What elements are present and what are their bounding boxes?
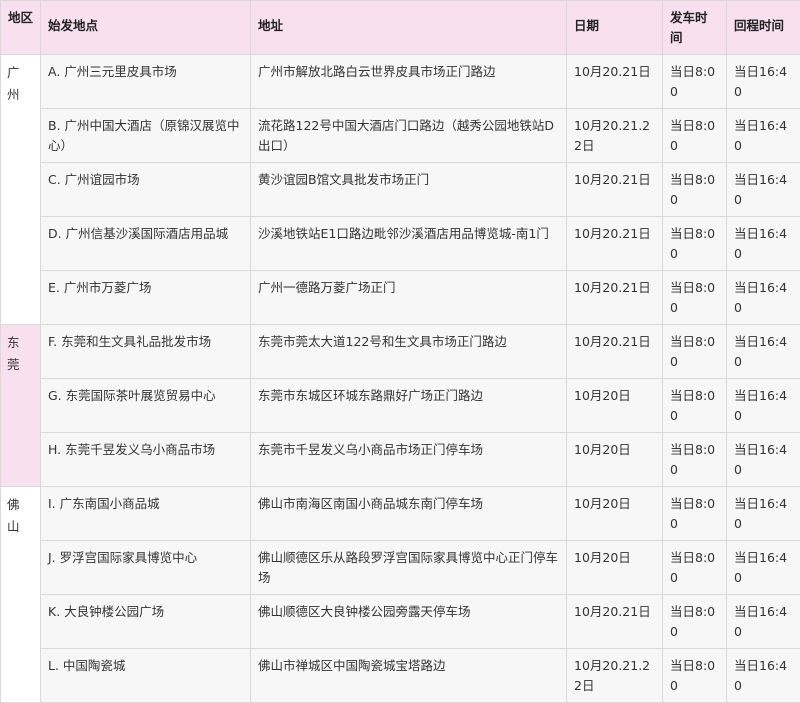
return-time-cell: 当日16:40 — [727, 379, 800, 433]
table-row: J. 罗浮宫国际家具博览中心 佛山顺德区乐从路段罗浮宫国际家具博览中心正门停车场… — [1, 541, 800, 595]
date-cell: 10月20日 — [567, 379, 663, 433]
schedule-table: 地区 始发地点 地址 日期 发车时间 回程时间 广州 A. 广州三元里皮具市场 … — [0, 0, 800, 703]
date-cell: 10月20日 — [567, 487, 663, 541]
address-cell: 流花路122号中国大酒店门口路边（越秀公园地铁站D出口） — [251, 109, 567, 163]
start-location-cell: F. 东莞和生文具礼品批发市场 — [41, 325, 251, 379]
start-location-cell: B. 广州中国大酒店（原锦汉展览中心） — [41, 109, 251, 163]
return-time-cell: 当日16:40 — [727, 325, 800, 379]
table-row: L. 中国陶瓷城 佛山市禅城区中国陶瓷城宝塔路边 10月20.21.22日 当日… — [1, 649, 800, 703]
depart-time-cell: 当日8:00 — [663, 55, 727, 109]
table-row: K. 大良钟楼公园广场 佛山顺德区大良钟楼公园旁露天停车场 10月20.21日 … — [1, 595, 800, 649]
return-time-cell: 当日16:40 — [727, 55, 800, 109]
depart-time-cell: 当日8:00 — [663, 649, 727, 703]
start-location-cell: L. 中国陶瓷城 — [41, 649, 251, 703]
depart-time-cell: 当日8:00 — [663, 217, 727, 271]
header-date: 日期 — [567, 1, 663, 55]
table-row: G. 东莞国际茶叶展览贸易中心 东莞市东城区环城东路鼎好广场正门路边 10月20… — [1, 379, 800, 433]
start-location-cell: G. 东莞国际茶叶展览贸易中心 — [41, 379, 251, 433]
address-cell: 沙溪地铁站E1口路边毗邻沙溪酒店用品博览城-南1门 — [251, 217, 567, 271]
region-label: 佛山 — [7, 494, 21, 538]
depart-time-cell: 当日8:00 — [663, 487, 727, 541]
region-cell-guangzhou: 广州 — [1, 55, 41, 325]
date-cell: 10月20日 — [567, 433, 663, 487]
return-time-cell: 当日16:40 — [727, 487, 800, 541]
table-row: H. 东莞千昱发义乌小商品市场 东莞市千昱发义乌小商品市场正门停车场 10月20… — [1, 433, 800, 487]
depart-time-cell: 当日8:00 — [663, 595, 727, 649]
date-cell: 10月20日 — [567, 541, 663, 595]
address-cell: 佛山顺德区乐从路段罗浮宫国际家具博览中心正门停车场 — [251, 541, 567, 595]
address-cell: 广州市解放北路白云世界皮具市场正门路边 — [251, 55, 567, 109]
address-cell: 东莞市东城区环城东路鼎好广场正门路边 — [251, 379, 567, 433]
return-time-cell: 当日16:40 — [727, 271, 800, 325]
header-region: 地区 — [1, 1, 41, 55]
start-location-cell: H. 东莞千昱发义乌小商品市场 — [41, 433, 251, 487]
return-time-cell: 当日16:40 — [727, 595, 800, 649]
date-cell: 10月20.21.22日 — [567, 649, 663, 703]
return-time-cell: 当日16:40 — [727, 649, 800, 703]
table-row: 东莞 F. 东莞和生文具礼品批发市场 东莞市莞太大道122号和生文具市场正门路边… — [1, 325, 800, 379]
depart-time-cell: 当日8:00 — [663, 271, 727, 325]
date-cell: 10月20.21日 — [567, 271, 663, 325]
return-time-cell: 当日16:40 — [727, 433, 800, 487]
return-time-cell: 当日16:40 — [727, 163, 800, 217]
date-cell: 10月20.21.22日 — [567, 109, 663, 163]
depart-time-cell: 当日8:00 — [663, 325, 727, 379]
return-time-cell: 当日16:40 — [727, 541, 800, 595]
date-cell: 10月20.21日 — [567, 163, 663, 217]
region-cell-dongguan: 东莞 — [1, 325, 41, 487]
header-return-time: 回程时间 — [727, 1, 800, 55]
date-cell: 10月20.21日 — [567, 325, 663, 379]
depart-time-cell: 当日8:00 — [663, 541, 727, 595]
table-row: C. 广州谊园市场 黄沙谊园B馆文具批发市场正门 10月20.21日 当日8:0… — [1, 163, 800, 217]
date-cell: 10月20.21日 — [567, 595, 663, 649]
region-label: 东莞 — [7, 332, 21, 376]
depart-time-cell: 当日8:00 — [663, 433, 727, 487]
address-cell: 佛山顺德区大良钟楼公园旁露天停车场 — [251, 595, 567, 649]
table-row: E. 广州市万菱广场 广州一德路万菱广场正门 10月20.21日 当日8:00 … — [1, 271, 800, 325]
date-cell: 10月20.21日 — [567, 55, 663, 109]
table-header-row: 地区 始发地点 地址 日期 发车时间 回程时间 — [1, 1, 800, 55]
return-time-cell: 当日16:40 — [727, 109, 800, 163]
depart-time-cell: 当日8:00 — [663, 379, 727, 433]
header-depart-time: 发车时间 — [663, 1, 727, 55]
start-location-cell: D. 广州信基沙溪国际酒店用品城 — [41, 217, 251, 271]
table-row: D. 广州信基沙溪国际酒店用品城 沙溪地铁站E1口路边毗邻沙溪酒店用品博览城-南… — [1, 217, 800, 271]
address-cell: 广州一德路万菱广场正门 — [251, 271, 567, 325]
address-cell: 佛山市南海区南国小商品城东南门停车场 — [251, 487, 567, 541]
start-location-cell: A. 广州三元里皮具市场 — [41, 55, 251, 109]
address-cell: 黄沙谊园B馆文具批发市场正门 — [251, 163, 567, 217]
start-location-cell: J. 罗浮宫国际家具博览中心 — [41, 541, 251, 595]
depart-time-cell: 当日8:00 — [663, 163, 727, 217]
region-cell-foshan: 佛山 — [1, 487, 41, 703]
table-row: B. 广州中国大酒店（原锦汉展览中心） 流花路122号中国大酒店门口路边（越秀公… — [1, 109, 800, 163]
date-cell: 10月20.21日 — [567, 217, 663, 271]
address-cell: 东莞市千昱发义乌小商品市场正门停车场 — [251, 433, 567, 487]
return-time-cell: 当日16:40 — [727, 217, 800, 271]
table-row: 佛山 I. 广东南国小商品城 佛山市南海区南国小商品城东南门停车场 10月20日… — [1, 487, 800, 541]
address-cell: 佛山市禅城区中国陶瓷城宝塔路边 — [251, 649, 567, 703]
start-location-cell: K. 大良钟楼公园广场 — [41, 595, 251, 649]
table-row: 广州 A. 广州三元里皮具市场 广州市解放北路白云世界皮具市场正门路边 10月2… — [1, 55, 800, 109]
start-location-cell: I. 广东南国小商品城 — [41, 487, 251, 541]
header-address: 地址 — [251, 1, 567, 55]
depart-time-cell: 当日8:00 — [663, 109, 727, 163]
header-start-location: 始发地点 — [41, 1, 251, 55]
address-cell: 东莞市莞太大道122号和生文具市场正门路边 — [251, 325, 567, 379]
region-label: 广州 — [7, 62, 21, 106]
start-location-cell: E. 广州市万菱广场 — [41, 271, 251, 325]
start-location-cell: C. 广州谊园市场 — [41, 163, 251, 217]
